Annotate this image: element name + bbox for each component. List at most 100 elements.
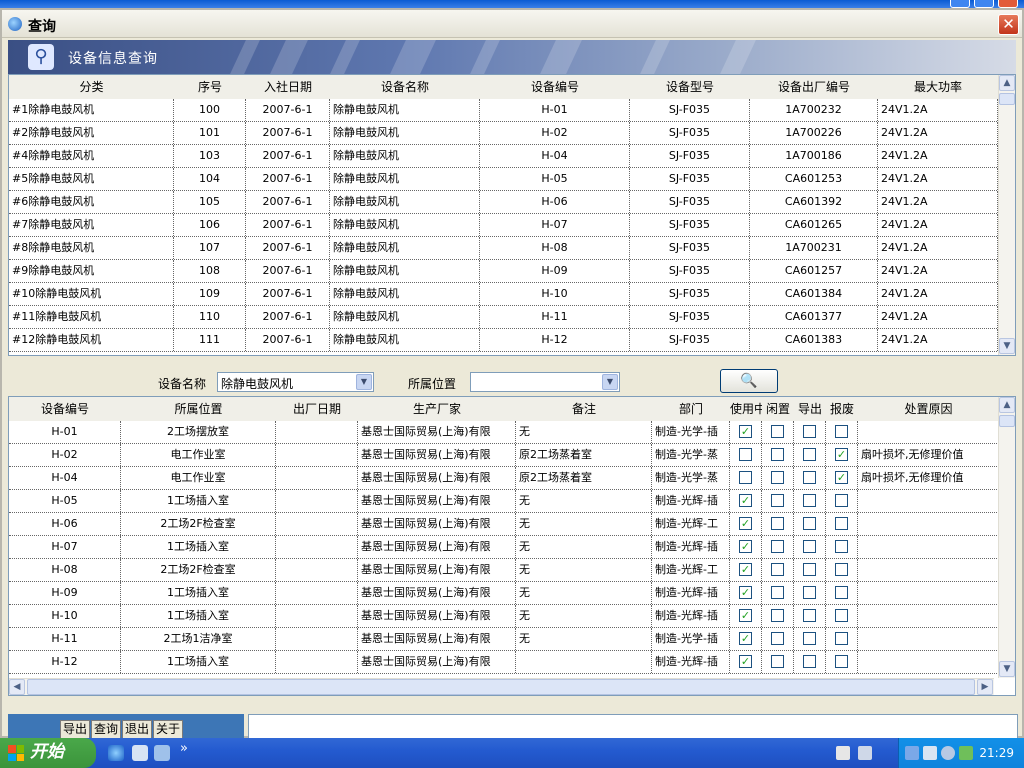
table-row[interactable]: #7除静电鼓风机 106 2007-6-1 除静电鼓风机 H-07 SJ-F035 CA60… bbox=[9, 214, 999, 237]
table-row[interactable]: H-12 1工场插入室 基恩士国际贸易(上海)有限 制造-光辉-插 ✓ bbox=[9, 651, 999, 674]
volume-icon[interactable] bbox=[923, 746, 937, 760]
column-header[interactable]: 分类 bbox=[9, 75, 174, 99]
scrap-checkbox[interactable] bbox=[835, 493, 848, 507]
equipment-grid[interactable]: 分类 序号 入社日期 设备名称 设备编号 设备型号 设备出厂编号 最大功率 #1除静电鼓风机 1… bbox=[8, 74, 1016, 356]
inuse-checkbox[interactable]: ✓ bbox=[739, 424, 752, 438]
scrap-checkbox[interactable] bbox=[835, 654, 848, 668]
column-header[interactable]: 最大功率 bbox=[878, 75, 998, 99]
scrap-checkbox[interactable] bbox=[835, 631, 848, 645]
chevron-down-icon[interactable]: ▼ bbox=[602, 374, 618, 390]
table-row[interactable]: #12除静电鼓风机 111 2007-6-1 除静电鼓风机 H-12 SJ-F035 CA6… bbox=[9, 329, 999, 352]
equipment-grid-vscroll[interactable]: ▲ ▼ bbox=[998, 75, 1015, 355]
idle-checkbox[interactable] bbox=[771, 516, 784, 530]
column-header[interactable]: 生产厂家 bbox=[358, 397, 516, 421]
column-header[interactable]: 序号 bbox=[174, 75, 246, 99]
table-row[interactable]: H-02 电工作业室 基恩士国际贸易(上海)有限 原2工场蒸着室 制造-光学-蒸 ✓ 扇叶损… bbox=[9, 444, 999, 467]
inuse-checkbox[interactable]: ✓ bbox=[739, 585, 752, 599]
inuse-checkbox[interactable] bbox=[739, 447, 752, 461]
idle-checkbox[interactable] bbox=[771, 585, 784, 599]
ie-icon[interactable] bbox=[108, 745, 124, 761]
scroll-up-arrow-icon[interactable]: ▲ bbox=[999, 397, 1015, 413]
scrap-checkbox[interactable] bbox=[835, 516, 848, 530]
table-row[interactable]: #4除静电鼓风机 103 2007-6-1 除静电鼓风机 H-04 SJ-F035 1A70… bbox=[9, 145, 999, 168]
table-row[interactable]: #8除静电鼓风机 107 2007-6-1 除静电鼓风机 H-08 SJ-F035 1A70… bbox=[9, 237, 999, 260]
scroll-right-arrow-icon[interactable]: ▶ bbox=[977, 679, 993, 695]
table-row[interactable]: H-10 1工场插入室 基恩士国际贸易(上海)有限无制造-光辉-插 ✓ bbox=[9, 605, 999, 628]
column-header[interactable]: 报废 bbox=[826, 397, 858, 421]
start-button[interactable]: 开始 bbox=[0, 738, 96, 768]
export-checkbox[interactable] bbox=[803, 654, 816, 668]
safely-remove-icon[interactable] bbox=[959, 746, 973, 760]
scrap-checkbox[interactable]: ✓ bbox=[835, 447, 848, 461]
query-button[interactable]: 查询 bbox=[91, 720, 121, 739]
scroll-thumb[interactable] bbox=[999, 415, 1015, 427]
inuse-checkbox[interactable]: ✓ bbox=[739, 654, 752, 668]
scrap-checkbox[interactable] bbox=[835, 585, 848, 599]
export-checkbox[interactable] bbox=[803, 585, 816, 599]
export-checkbox[interactable] bbox=[803, 631, 816, 645]
table-row[interactable]: H-01 2工场摆放室 基恩士国际贸易(上海)有限无制造-光学-插 ✓ bbox=[9, 421, 999, 444]
column-header[interactable]: 备注 bbox=[516, 397, 652, 421]
detail-grid-vscroll[interactable]: ▲ ▼ bbox=[998, 397, 1015, 678]
background-minimize-button[interactable] bbox=[950, 0, 970, 8]
column-header[interactable]: 设备出厂编号 bbox=[750, 75, 878, 99]
idle-checkbox[interactable] bbox=[771, 447, 784, 461]
show-desktop-icon[interactable] bbox=[154, 745, 170, 761]
column-header[interactable]: 处置原因 bbox=[858, 397, 999, 421]
table-row[interactable]: #11除静电鼓风机 110 2007-6-1 除静电鼓风机 H-11 SJ-F035 CA6… bbox=[9, 306, 999, 329]
idle-checkbox[interactable] bbox=[771, 608, 784, 622]
exit-button[interactable]: 退出 bbox=[122, 720, 152, 739]
scroll-up-arrow-icon[interactable]: ▲ bbox=[999, 75, 1015, 91]
export-checkbox[interactable] bbox=[803, 447, 816, 461]
scrap-checkbox[interactable] bbox=[835, 608, 848, 622]
column-header[interactable]: 出厂日期 bbox=[276, 397, 358, 421]
column-header[interactable]: 导出 bbox=[794, 397, 826, 421]
scrap-checkbox[interactable] bbox=[835, 424, 848, 438]
table-row[interactable]: H-09 1工场插入室 基恩士国际贸易(上海)有限无制造-光辉-插 ✓ bbox=[9, 582, 999, 605]
inuse-checkbox[interactable]: ✓ bbox=[739, 493, 752, 507]
idle-checkbox[interactable] bbox=[771, 562, 784, 576]
chevron-down-icon[interactable]: ▼ bbox=[356, 374, 372, 390]
about-button[interactable]: 关于 bbox=[153, 720, 183, 739]
table-row[interactable]: H-08 2工场2F检查室 基恩士国际贸易(上海)有限无制造-光辉-工 ✓ bbox=[9, 559, 999, 582]
export-checkbox[interactable] bbox=[803, 516, 816, 530]
idle-checkbox[interactable] bbox=[771, 539, 784, 553]
table-row[interactable]: H-05 1工场插入室 基恩士国际贸易(上海)有限无制造-光辉-插 ✓ bbox=[9, 490, 999, 513]
column-header[interactable]: 所属位置 bbox=[121, 397, 276, 421]
column-header[interactable]: 部门 bbox=[652, 397, 730, 421]
column-header[interactable]: 设备名称 bbox=[330, 75, 480, 99]
scroll-thumb[interactable] bbox=[999, 93, 1015, 105]
table-row[interactable]: #10除静电鼓风机 109 2007-6-1 除静电鼓风机 H-10 SJ-F035 CA6… bbox=[9, 283, 999, 306]
scroll-down-arrow-icon[interactable]: ▼ bbox=[999, 661, 1015, 677]
table-row[interactable]: H-06 2工场2F检查室 基恩士国际贸易(上海)有限无制造-光辉-工 ✓ bbox=[9, 513, 999, 536]
detail-grid-hscroll[interactable]: ◀ ▶ bbox=[9, 678, 994, 695]
export-checkbox[interactable] bbox=[803, 608, 816, 622]
idle-checkbox[interactable] bbox=[771, 631, 784, 645]
scrap-checkbox[interactable]: ✓ bbox=[835, 470, 848, 484]
detail-grid[interactable]: 设备编号所属位置出厂日期生产厂家备注部门使用中闲置导出报废处置原因 H-012工… bbox=[8, 396, 1016, 696]
column-header[interactable]: 闲置 bbox=[762, 397, 794, 421]
idle-checkbox[interactable] bbox=[771, 470, 784, 484]
table-row[interactable]: #6除静电鼓风机 105 2007-6-1 除静电鼓风机 H-06 SJ-F035 CA60… bbox=[9, 191, 999, 214]
background-close-button[interactable] bbox=[998, 0, 1018, 8]
name-filter-select[interactable]: 除静电鼓风机 ▼ bbox=[217, 372, 374, 392]
table-row[interactable]: #5除静电鼓风机 104 2007-6-1 除静电鼓风机 H-05 SJ-F035 CA60… bbox=[9, 168, 999, 191]
quicklaunch-more-icon[interactable]: » bbox=[180, 741, 188, 756]
table-row[interactable]: H-07 1工场插入室 基恩士国际贸易(上海)有限无制造-光辉-插 ✓ bbox=[9, 536, 999, 559]
export-button[interactable]: 导出 bbox=[60, 720, 90, 739]
scroll-thumb[interactable] bbox=[27, 679, 975, 695]
idle-checkbox[interactable] bbox=[771, 654, 784, 668]
network-icon[interactable] bbox=[905, 746, 919, 760]
table-row[interactable]: #9除静电鼓风机 108 2007-6-1 除静电鼓风机 H-09 SJ-F035 CA60… bbox=[9, 260, 999, 283]
column-header[interactable]: 使用中 bbox=[730, 397, 762, 421]
inuse-checkbox[interactable]: ✓ bbox=[739, 562, 752, 576]
location-filter-select[interactable]: ▼ bbox=[470, 372, 620, 392]
idle-checkbox[interactable] bbox=[771, 493, 784, 507]
export-checkbox[interactable] bbox=[803, 562, 816, 576]
find-button[interactable]: 🔍 bbox=[720, 369, 778, 393]
close-button[interactable]: ✕ bbox=[998, 14, 1019, 35]
scroll-left-arrow-icon[interactable]: ◀ bbox=[9, 679, 25, 695]
table-row[interactable]: H-04 电工作业室 基恩士国际贸易(上海)有限 原2工场蒸着室 制造-光学-蒸 ✓ 扇叶损… bbox=[9, 467, 999, 490]
keyboard-icon[interactable] bbox=[836, 746, 850, 760]
inuse-checkbox[interactable] bbox=[739, 470, 752, 484]
